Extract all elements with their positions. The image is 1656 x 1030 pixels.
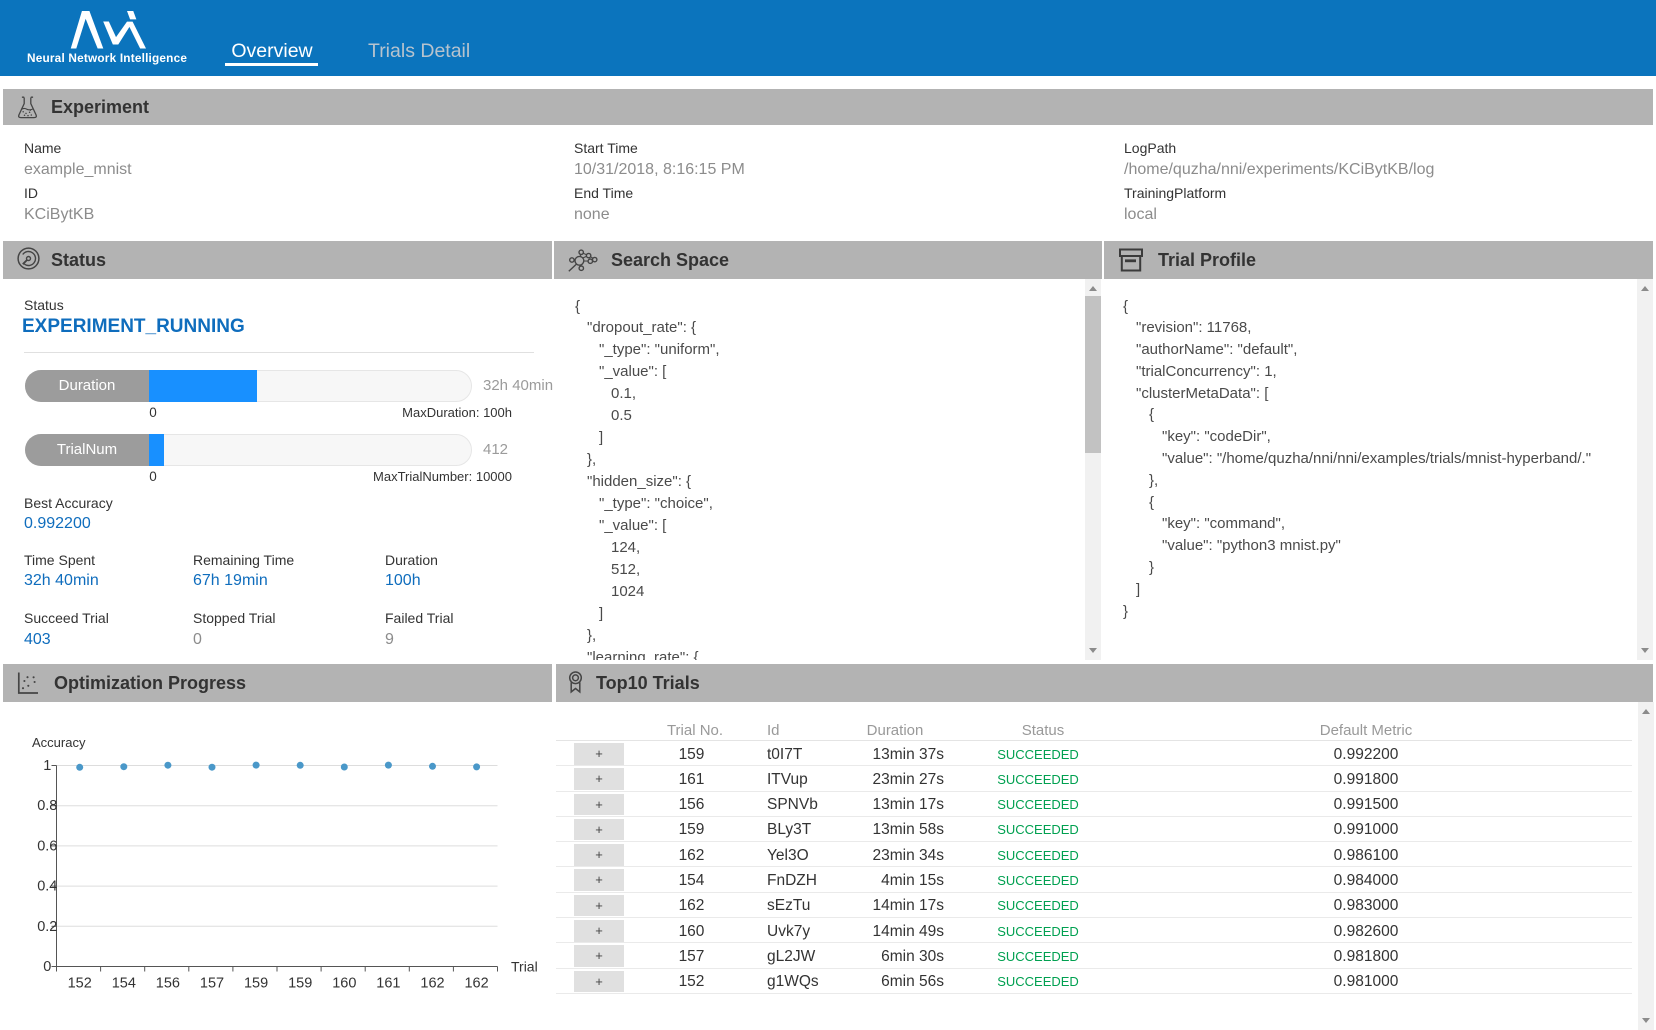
svg-text:161: 161 [376, 976, 400, 992]
svg-text:0.4: 0.4 [37, 879, 57, 895]
svg-text:159: 159 [288, 976, 312, 992]
svg-text:154: 154 [112, 976, 136, 992]
svg-text:160: 160 [332, 976, 356, 992]
svg-text:0.2: 0.2 [37, 919, 57, 935]
svg-text:0.8: 0.8 [37, 798, 57, 814]
svg-text:0.6: 0.6 [37, 838, 57, 854]
svg-text:1: 1 [43, 758, 51, 774]
svg-text:162: 162 [464, 976, 488, 992]
svg-text:159: 159 [244, 976, 268, 992]
svg-text:Accuracy: Accuracy [32, 735, 86, 750]
svg-text:157: 157 [200, 976, 224, 992]
svg-text:156: 156 [156, 976, 180, 992]
svg-text:0: 0 [43, 959, 51, 975]
svg-text:Trial: Trial [511, 959, 538, 975]
svg-text:152: 152 [68, 976, 92, 992]
svg-text:162: 162 [420, 976, 444, 992]
